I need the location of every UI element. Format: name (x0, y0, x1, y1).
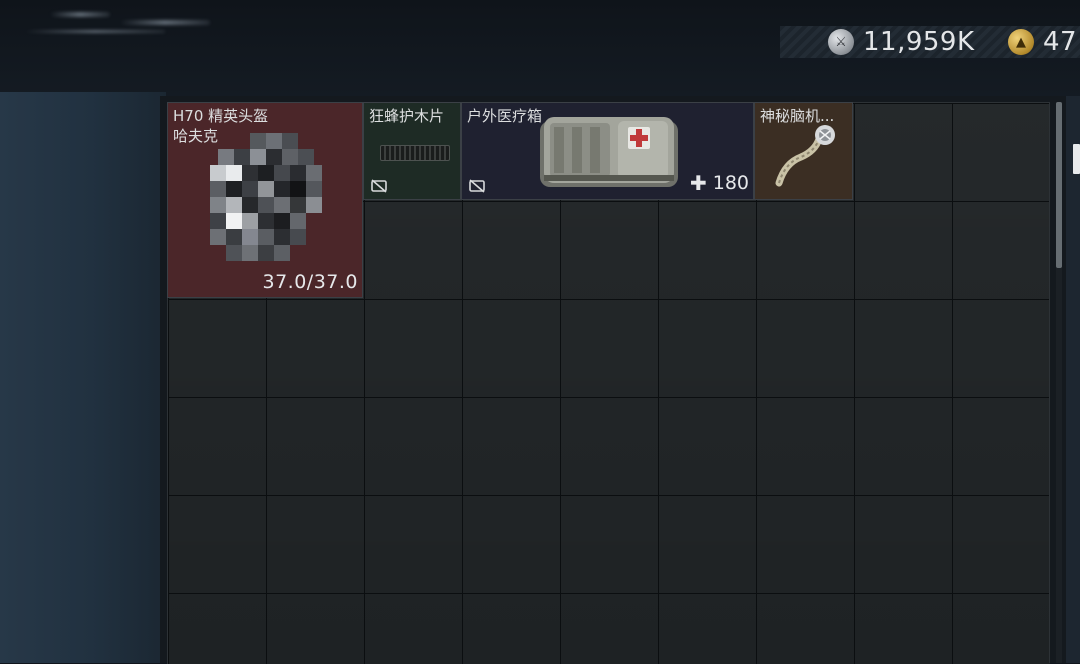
item-medkit[interactable]: 户外医疗箱 ✚ 180 (461, 102, 754, 200)
scrollbar-thumb[interactable] (1056, 102, 1062, 268)
currency-bar: ⚔ 11,959K ▲ 47 (780, 26, 1080, 58)
helmet-image-pixelated (210, 133, 330, 283)
left-background (0, 92, 166, 663)
silver-amount: 11,959K (863, 27, 975, 57)
item-helmet[interactable]: H70 精英头盔 哈夫克 37.0/37.0 (167, 102, 363, 298)
item-name: H70 精英头盔 (173, 107, 269, 125)
gold-coin-icon: ▲ (1008, 29, 1034, 55)
no-insure-icon (469, 179, 485, 193)
right-panel-edge (1066, 96, 1080, 663)
currency-silver[interactable]: ⚔ 11,959K (828, 26, 975, 58)
item-name: 神秘脑机... (760, 107, 835, 125)
ceiling-light (25, 30, 165, 33)
no-insure-icon (371, 179, 387, 193)
item-brain-chip[interactable]: 神秘脑机... (754, 102, 853, 200)
brain-chip-image (775, 125, 835, 187)
currency-gold[interactable]: ▲ 47 (1008, 26, 1077, 58)
silver-coin-icon: ⚔ (828, 29, 854, 55)
medkit-image (540, 117, 678, 187)
hp-value: 180 (712, 172, 749, 194)
gold-amount: 47 (1043, 27, 1078, 57)
item-subname: 哈夫克 (173, 127, 219, 145)
armor-plate-image (380, 145, 450, 161)
grid-border (1049, 102, 1050, 663)
ceiling-light (120, 20, 210, 25)
medkit-hp: ✚ 180 (690, 171, 749, 195)
item-name: 户外医疗箱 (467, 107, 543, 125)
item-armor-plate[interactable]: 狂蜂护木片 (363, 102, 461, 200)
durability-value: 37.0/37.0 (262, 271, 358, 293)
ceiling-light (50, 12, 110, 17)
right-panel-tab[interactable] (1073, 144, 1080, 174)
item-name: 狂蜂护木片 (369, 107, 445, 125)
heal-plus-icon: ✚ (689, 171, 707, 195)
